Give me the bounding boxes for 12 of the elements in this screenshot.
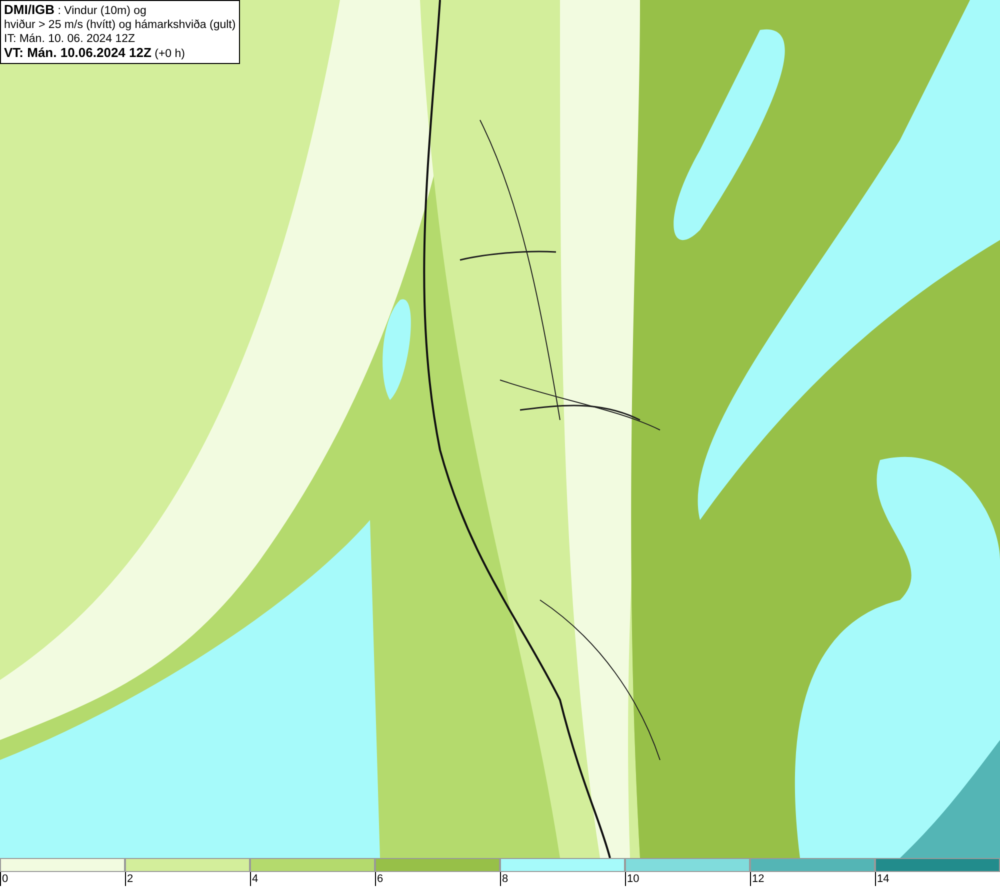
legend-tick-label: 12: [750, 872, 764, 886]
legend-tick-label: 10: [625, 872, 640, 886]
legend-tick-label: 14: [875, 872, 890, 886]
legend-tick-label: 2: [125, 872, 134, 886]
info-line: hviður > 25 m/s (hvítt) og hámarkshviða (gult): [4, 18, 236, 32]
legend-tick-label: 0: [0, 872, 8, 886]
legend-tick-label: 8: [500, 872, 508, 886]
info-line: DMI/IGB : Vindur (10m) og: [4, 3, 148, 18]
legend-tick-label: 6: [375, 872, 384, 886]
info-line: VT: Mán. 10.06.2024 12Z (+0 h): [4, 46, 186, 61]
legend-tick-label: 4: [250, 872, 258, 886]
info-line: IT: Mán. 10. 06. 2024 12Z: [4, 32, 136, 46]
